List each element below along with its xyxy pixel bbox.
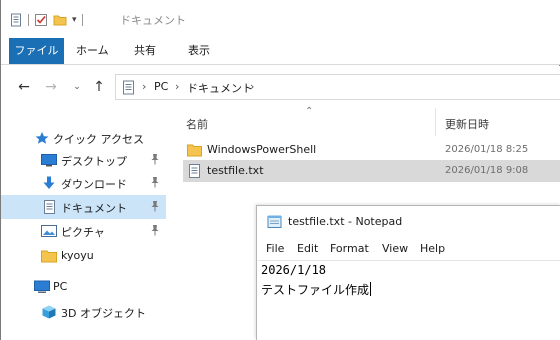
- text-line: 2026/1/18: [261, 263, 327, 277]
- menu-edit[interactable]: Edit: [297, 242, 318, 255]
- customize-toolbar-arrow-icon[interactable]: ▾: [72, 15, 77, 25]
- tab-file[interactable]: ファイル: [9, 38, 64, 64]
- navigation-pane: クイック アクセス デスクトップ ダウンロード ドキュメント ピクチャ kyoy…: [1, 108, 166, 340]
- tab-share[interactable]: 共有: [134, 38, 156, 64]
- nav-item-label: ドキュメント: [61, 202, 127, 215]
- breadcrumb-documents[interactable]: ドキュメント: [187, 80, 253, 96]
- pin-icon[interactable]: [150, 224, 160, 236]
- notepad-window[interactable]: testfile.txt - Notepad File Edit Format …: [256, 205, 560, 340]
- text-line-with-caret: テストファイル作成: [261, 281, 372, 298]
- address-bar[interactable]: › PC › ドキュメント ›: [115, 74, 560, 100]
- explorer-window: ▾ ドキュメント ファイル ホーム 共有 表示 ← → ⌄ ↑ › PC › ド…: [0, 0, 560, 340]
- toolbar-separator: [81, 14, 83, 26]
- text-file-icon: [189, 164, 200, 178]
- menu-file[interactable]: File: [266, 242, 284, 255]
- navigation-bar: ← → ⌄ ↑ › PC › ドキュメント ›: [1, 66, 560, 108]
- window-title: ドキュメント: [120, 14, 186, 27]
- nav-quick-access[interactable]: クイック アクセス: [1, 126, 166, 150]
- file-name: testfile.txt: [207, 164, 264, 177]
- sort-ascending-icon: ⌃: [305, 106, 314, 117]
- checkbox-properties-icon[interactable]: [34, 13, 48, 27]
- tab-view[interactable]: 表示: [188, 38, 210, 64]
- document-icon: [123, 80, 134, 95]
- ribbon-tabs: ファイル ホーム 共有 表示: [1, 38, 560, 65]
- pin-icon[interactable]: [150, 153, 160, 165]
- cube-3d-icon: [42, 305, 56, 319]
- tab-home[interactable]: ホーム: [76, 38, 109, 64]
- document-icon: [44, 200, 55, 214]
- text-caret: [370, 282, 372, 296]
- nav-item-label: クイック アクセス: [53, 133, 144, 146]
- back-arrow-icon[interactable]: ←: [15, 78, 33, 96]
- table-row[interactable]: testfile.txt 2026/01/18 9:08: [183, 160, 560, 182]
- breadcrumb-chevron-icon[interactable]: ›: [142, 80, 146, 93]
- breadcrumb-chevron-icon[interactable]: ›: [175, 80, 179, 93]
- star-icon: [35, 132, 49, 144]
- up-arrow-icon[interactable]: ↑: [90, 78, 108, 96]
- document-icon[interactable]: [9, 13, 23, 27]
- desktop-icon: [41, 154, 57, 167]
- nav-item-label: ピクチャ: [61, 226, 105, 239]
- pin-icon[interactable]: [150, 200, 160, 212]
- nav-3d-objects[interactable]: 3D オブジェクト: [1, 300, 166, 324]
- nav-item-label: PC: [53, 280, 68, 293]
- quick-access-toolbar: ▾: [9, 12, 83, 28]
- column-header: ⌃ 名前 更新日時: [166, 106, 560, 136]
- nav-kyoyu[interactable]: kyoyu: [1, 244, 166, 268]
- nav-downloads[interactable]: ダウンロード: [1, 171, 166, 195]
- nav-item-label: デスクトップ: [61, 155, 127, 168]
- recent-locations-chevron-icon[interactable]: ⌄: [68, 78, 86, 96]
- forward-arrow-icon[interactable]: →: [42, 78, 60, 96]
- nav-item-label: ダウンロード: [61, 178, 127, 191]
- file-date-modified: 2026/01/18 8:25: [445, 144, 529, 155]
- menu-view[interactable]: View: [382, 242, 408, 255]
- menu-format[interactable]: Format: [330, 242, 369, 255]
- nav-pictures[interactable]: ピクチャ: [1, 219, 166, 243]
- folder-icon: [187, 144, 202, 157]
- notepad-title: testfile.txt - Notepad: [288, 215, 403, 228]
- new-folder-icon[interactable]: [53, 13, 67, 27]
- nav-item-label: kyoyu: [61, 249, 94, 262]
- breadcrumb-chevron-icon[interactable]: ›: [250, 80, 254, 93]
- computer-icon: [34, 280, 50, 293]
- pin-icon[interactable]: [150, 176, 160, 188]
- pictures-icon: [41, 225, 57, 237]
- notepad-title-bar[interactable]: testfile.txt - Notepad: [257, 206, 560, 236]
- breadcrumb-pc[interactable]: PC: [154, 80, 168, 93]
- notepad-menu-bar: File Edit Format View Help: [257, 240, 560, 258]
- text-line: テストファイル作成: [261, 283, 370, 297]
- column-divider[interactable]: [435, 108, 436, 136]
- download-arrow-icon: [43, 176, 55, 189]
- notepad-text-area[interactable]: 2026/1/18 テストファイル作成: [258, 260, 560, 340]
- table-row[interactable]: WindowsPowerShell 2026/01/18 8:25: [183, 139, 560, 161]
- nav-pc[interactable]: PC: [1, 275, 166, 299]
- notepad-icon: [267, 215, 282, 228]
- column-header-date-modified[interactable]: 更新日時: [445, 116, 489, 132]
- folder-icon: [41, 250, 57, 263]
- file-date-modified: 2026/01/18 9:08: [445, 165, 529, 176]
- column-header-name[interactable]: 名前: [186, 116, 208, 132]
- menu-help[interactable]: Help: [420, 242, 445, 255]
- nav-item-label: 3D オブジェクト: [61, 307, 146, 320]
- nav-desktop[interactable]: デスクトップ: [1, 148, 166, 172]
- title-bar: ▾ ドキュメント: [1, 0, 560, 38]
- file-name: WindowsPowerShell: [207, 143, 317, 156]
- toolbar-separator: [28, 14, 29, 26]
- nav-documents[interactable]: ドキュメント: [1, 195, 166, 219]
